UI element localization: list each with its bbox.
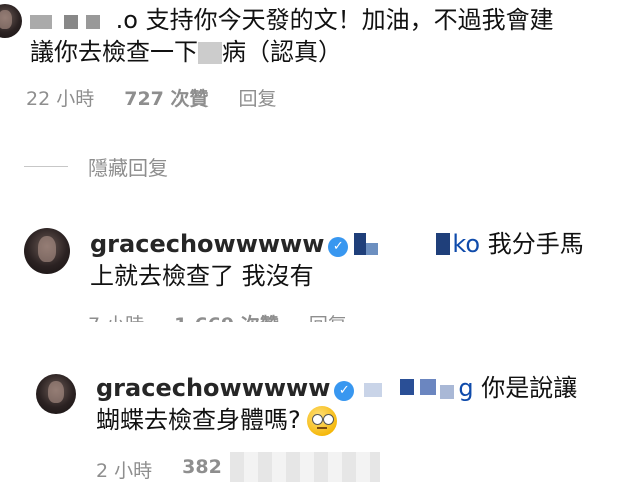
hidden-replies-label[interactable]: 隱藏回复 <box>88 152 168 181</box>
comment-2: gracechowwwww ✓ ko 我分手馬 上就去檢查了 我沒有 <box>90 228 640 292</box>
comment-meta: 2 小時 382 <box>96 456 222 482</box>
timestamp: 2 小時 <box>96 460 153 482</box>
rolling-eyes-emoji-icon <box>306 406 337 436</box>
blurred-word <box>198 42 222 64</box>
blurred-mention <box>358 377 458 401</box>
comment-text: gracechowwwww ✓ g 你是說讓 蝴蝶去檢查身體嗎? <box>96 374 578 436</box>
reply-button[interactable]: 回复 <box>239 84 277 111</box>
like-count[interactable]: 382 <box>182 456 222 482</box>
avatar[interactable] <box>0 4 22 38</box>
screenshot-cut <box>0 322 640 362</box>
divider <box>24 166 68 167</box>
blurred-overlay <box>230 452 380 482</box>
comment-1: .o 支持你今天發的文！加油，不過我會建 議你去檢查一下 病（認真） <box>30 4 640 68</box>
avatar[interactable] <box>24 228 70 274</box>
blurred-username <box>30 10 108 32</box>
comment-3: gracechowwwww ✓ g 你是說讓 蝴蝶去檢查身體嗎? <box>96 372 640 436</box>
comment-meta: 22 小時 727 次贊 回复 <box>26 84 277 111</box>
hidden-replies-toggle[interactable]: 隱藏回复 <box>24 152 168 181</box>
verified-badge-icon: ✓ <box>334 381 355 401</box>
username[interactable]: gracechowwwww <box>90 230 324 258</box>
blurred-mention <box>352 233 452 257</box>
comment-text: .o 支持你今天發的文！加油，不過我會建 議你去檢查一下 病（認真） <box>30 6 554 66</box>
timestamp: 22 小時 <box>26 88 95 110</box>
avatar[interactable] <box>36 374 76 414</box>
comment-text: gracechowwwww ✓ ko 我分手馬 上就去檢查了 我沒有 <box>90 230 584 290</box>
verified-badge-icon: ✓ <box>328 237 349 257</box>
username[interactable]: gracechowwwww <box>96 374 330 402</box>
like-count[interactable]: 727 次贊 <box>124 84 208 111</box>
